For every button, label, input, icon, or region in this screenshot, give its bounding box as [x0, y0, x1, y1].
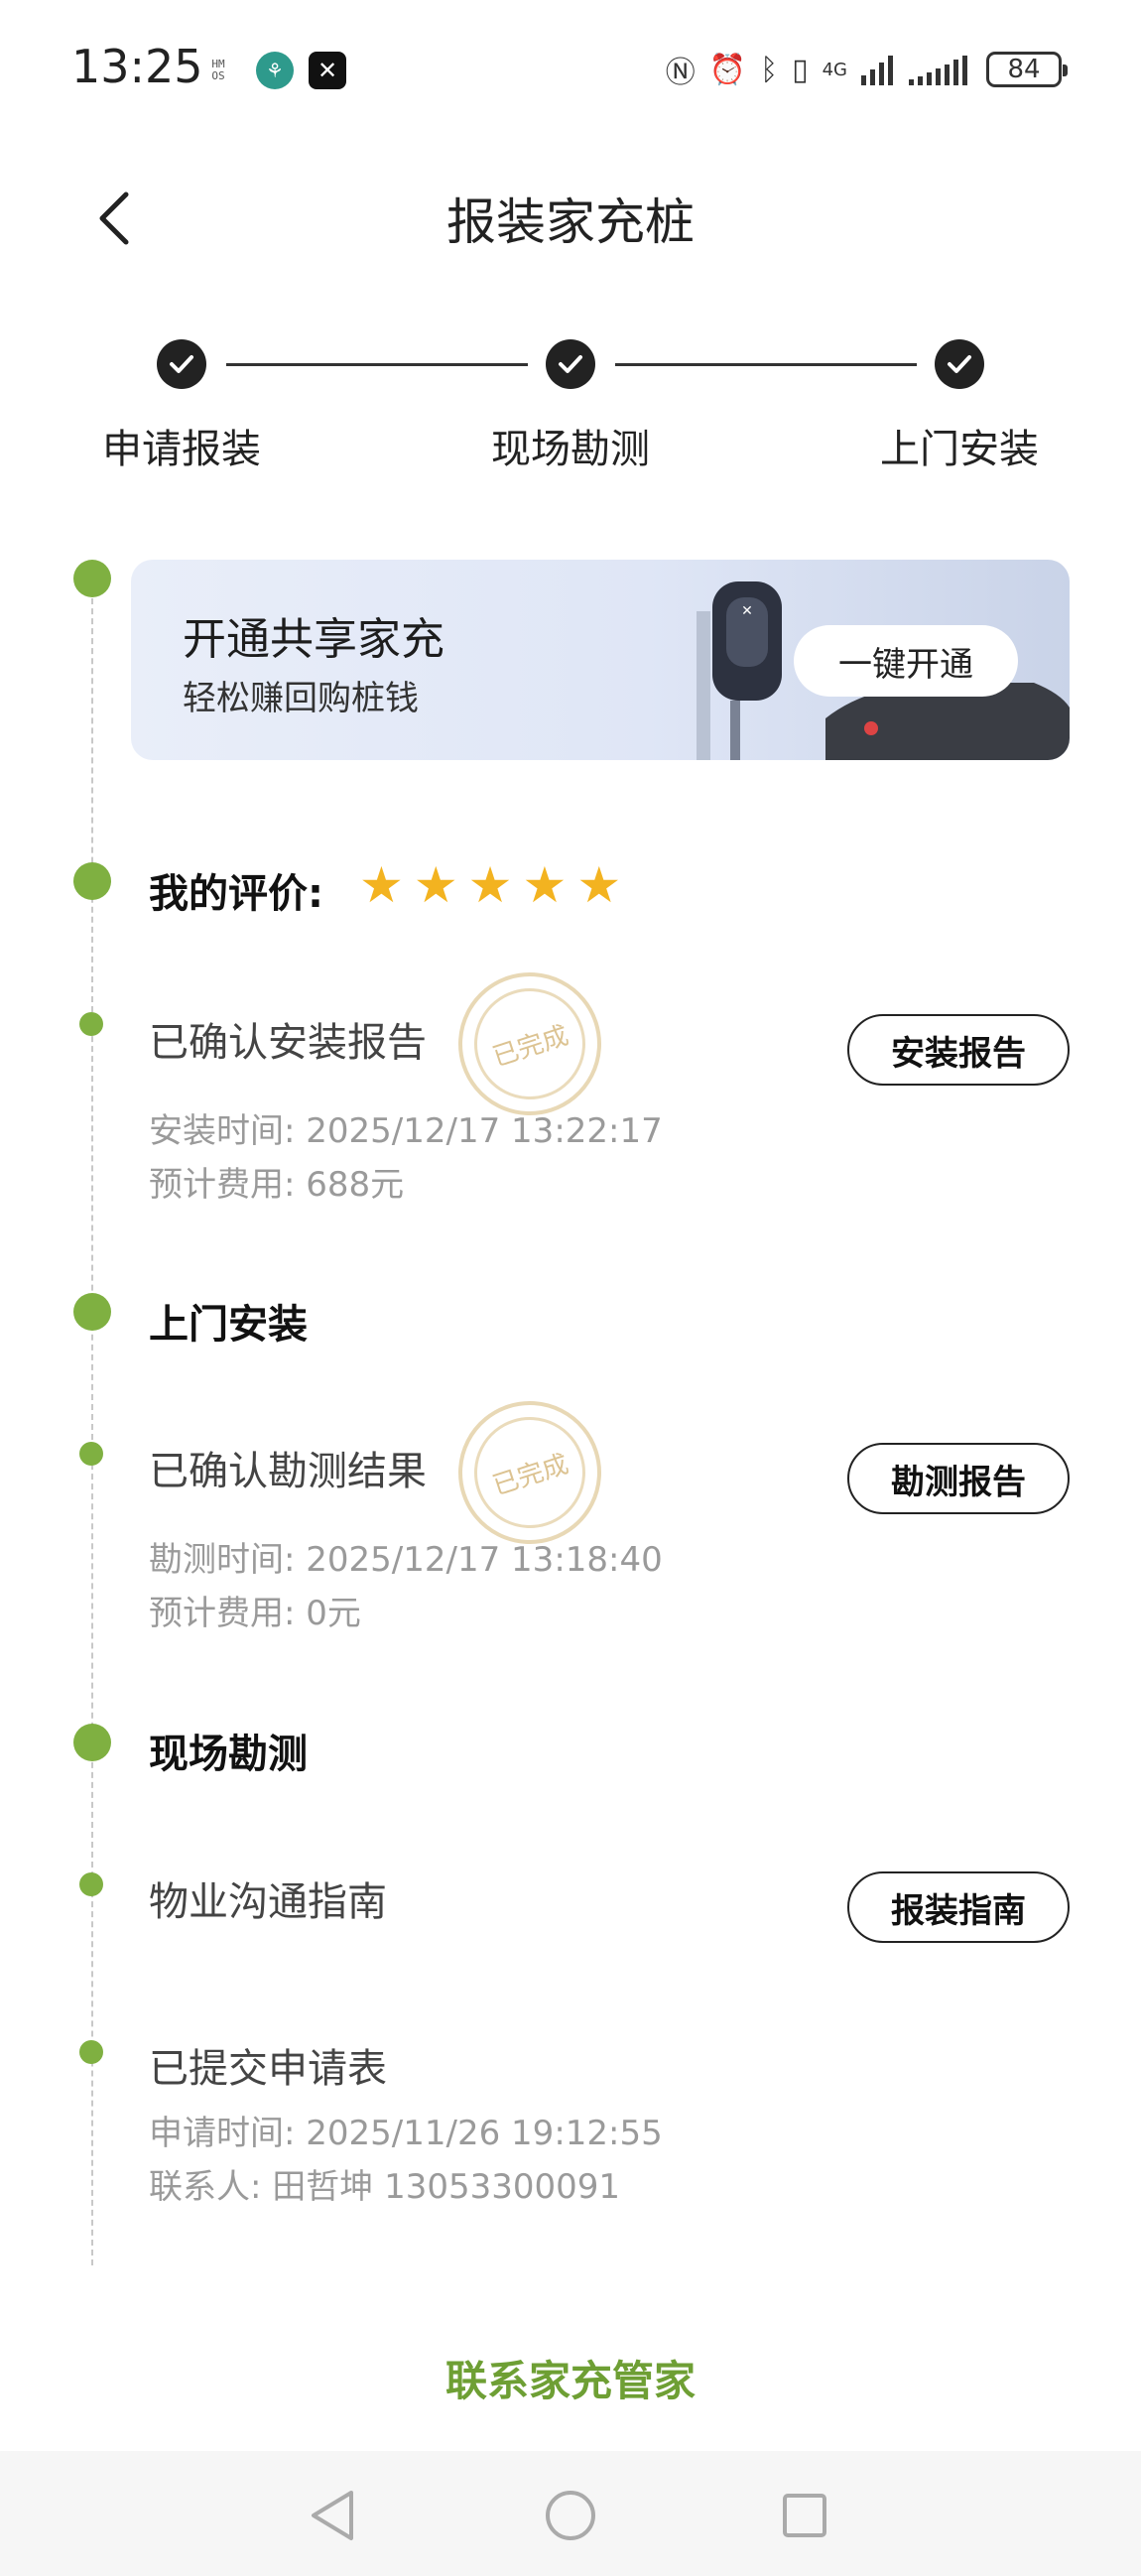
- application-time-label: 申请时间:: [149, 2114, 296, 2153]
- step-complete-icon: [546, 339, 595, 389]
- application-guide-button[interactable]: 报装指南: [847, 1871, 1070, 1943]
- nav-home-button[interactable]: [536, 2481, 605, 2550]
- install-time-label: 安装时间:: [149, 1111, 296, 1151]
- signal-icon: [909, 56, 967, 85]
- star-icon: ★: [467, 856, 513, 914]
- square-recents-icon: [783, 2494, 826, 2537]
- contact-value: 田哲坤 13053300091: [272, 2167, 621, 2207]
- triangle-back-icon: [312, 2491, 353, 2540]
- stamp-text: 已完成: [489, 1020, 572, 1073]
- timeline-dot: [79, 2040, 103, 2064]
- step-complete-icon: [935, 339, 984, 389]
- step-label-install: 上门安装: [880, 427, 1039, 472]
- survey-fee-label: 预计费用:: [149, 1594, 296, 1633]
- star-icon: ★: [576, 856, 622, 914]
- stepper-connector: [226, 363, 528, 366]
- star-icon: ★: [359, 856, 404, 914]
- star-icon: ★: [413, 856, 458, 914]
- system-status-icons: Ⓝ ⏰ ᛒ ▯ 4G 84: [665, 48, 1068, 91]
- xpeng-notification-icon: ✕: [309, 52, 346, 89]
- install-report-button[interactable]: 安装报告: [847, 1014, 1070, 1086]
- application-submitted-title: 已提交申请表: [149, 2046, 387, 2092]
- timeline-dot: [79, 1872, 103, 1896]
- application-contact: 联系人: 田哲坤 13053300091: [149, 2159, 620, 2208]
- timeline-line: [91, 579, 93, 2265]
- battery-level: 84: [1007, 55, 1041, 84]
- shared-charging-banner[interactable]: 开通共享家充 轻松赚回购桩钱 ✕ 一键开通: [131, 560, 1070, 760]
- timeline-dot: [73, 862, 111, 900]
- install-fee-label: 预计费用:: [149, 1165, 296, 1205]
- timeline-dot: [79, 1012, 103, 1036]
- section-title-install: 上门安装: [149, 1302, 308, 1348]
- check-icon: [559, 355, 582, 373]
- timeline-dot: [73, 1293, 111, 1331]
- vibrate-icon: ▯: [792, 52, 809, 87]
- survey-fee: 预计费用: 0元: [149, 1586, 361, 1634]
- step-label-survey: 现场勘测: [491, 427, 650, 472]
- survey-time-label: 勘测时间:: [149, 1540, 296, 1580]
- charger-illustration-icon: ✕: [697, 581, 782, 760]
- svg-text:✕: ✕: [741, 603, 753, 619]
- stepper-connector: [615, 363, 917, 366]
- install-confirmed-title: 已确认安装报告: [149, 1020, 427, 1066]
- survey-fee-value: 0元: [306, 1594, 361, 1633]
- circle-home-icon: [546, 2491, 595, 2540]
- timeline-dot: [73, 1724, 111, 1761]
- survey-time: 勘测时间: 2025/12/17 13:18:40: [149, 1532, 663, 1581]
- survey-confirmed-title: 已确认勘测结果: [149, 1449, 427, 1494]
- application-time: 申请时间: 2025/11/26 19:12:55: [149, 2106, 663, 2154]
- survey-time-value: 2025/12/17 13:18:40: [306, 1540, 663, 1580]
- install-fee: 预计费用: 688元: [149, 1157, 404, 1206]
- check-icon: [170, 355, 193, 373]
- harmonyos-icon: HM OS: [211, 58, 225, 82]
- contact-label: 联系人:: [149, 2167, 262, 2207]
- status-time: 13:25: [71, 40, 203, 93]
- nfc-icon: Ⓝ: [665, 56, 696, 90]
- survey-report-button[interactable]: 勘测报告: [847, 1443, 1070, 1514]
- bluetooth-icon: ᛒ: [760, 52, 779, 87]
- install-time-value: 2025/12/17 13:22:17: [306, 1111, 663, 1151]
- nav-back-button[interactable]: [298, 2481, 367, 2550]
- network-type-label: 4G: [822, 59, 847, 80]
- step-complete-icon: [157, 339, 206, 389]
- banner-subtitle: 轻松赚回购桩钱: [183, 679, 419, 718]
- stamp-text: 已完成: [489, 1449, 572, 1501]
- property-guide-title: 物业沟通指南: [149, 1879, 387, 1925]
- alarm-icon: ⏰: [708, 52, 747, 87]
- banner-title: 开通共享家充: [183, 614, 444, 665]
- section-title-survey: 现场勘测: [149, 1732, 308, 1777]
- timeline-dot: [73, 560, 111, 597]
- install-time: 安装时间: 2025/12/17 13:22:17: [149, 1103, 663, 1152]
- star-icon: ★: [522, 856, 568, 914]
- app-notification-icon: ⚘: [256, 52, 294, 89]
- contact-manager-link[interactable]: 联系家充管家: [0, 2348, 1141, 2408]
- enable-sharing-button[interactable]: 一键开通: [794, 625, 1018, 697]
- check-icon: [948, 355, 971, 373]
- signal-icon: [861, 56, 893, 85]
- page-title: 报装家充桩: [446, 193, 695, 251]
- battery-icon: 84: [986, 52, 1068, 87]
- rating-stars: ★ ★ ★ ★ ★: [359, 855, 621, 915]
- rating-label: 我的评价:: [149, 871, 323, 917]
- timeline-dot: [79, 1442, 103, 1466]
- install-fee-value: 688元: [306, 1165, 405, 1205]
- step-label-apply: 申请报装: [102, 427, 261, 472]
- application-time-value: 2025/11/26 19:12:55: [306, 2114, 663, 2153]
- nav-recents-button[interactable]: [770, 2481, 839, 2550]
